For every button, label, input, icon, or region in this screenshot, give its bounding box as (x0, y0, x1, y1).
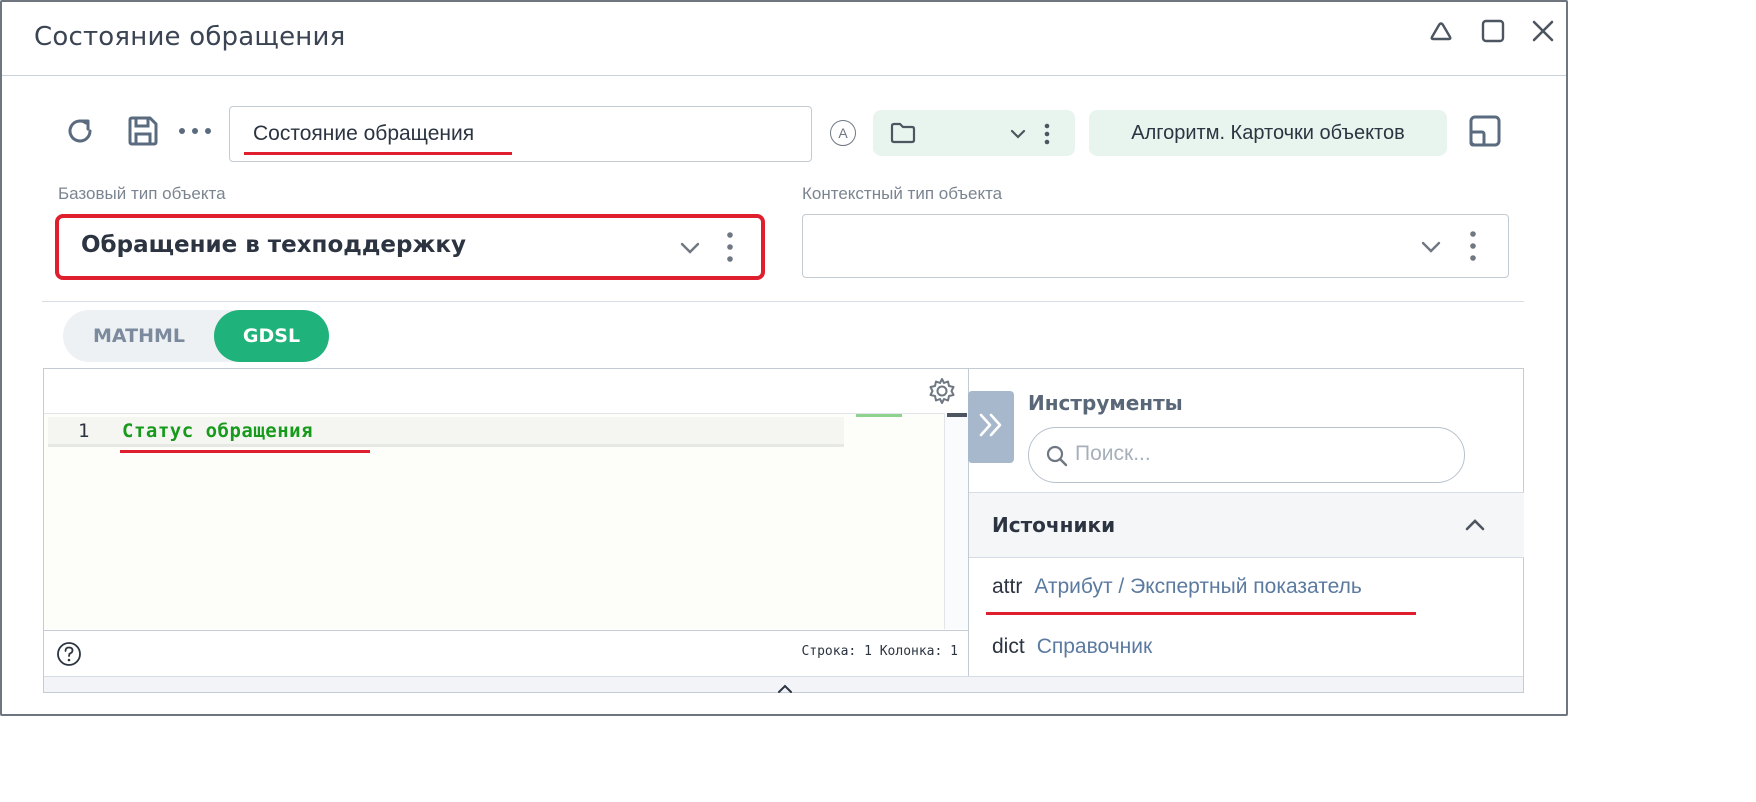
code-line[interactable]: Статус обращения (122, 420, 313, 442)
help-icon[interactable] (56, 641, 82, 671)
source-key: attr (992, 575, 1023, 598)
title-bar: Состояние обращения (2, 2, 1566, 76)
base-type-kebab-icon[interactable] (726, 230, 734, 268)
code-underline-highlight (120, 450, 370, 453)
minimap (856, 414, 902, 417)
resize-strip[interactable] (44, 676, 1523, 693)
tools-search-input[interactable]: Поиск... (1028, 427, 1465, 483)
search-icon (1045, 444, 1069, 472)
folder-select[interactable] (873, 110, 1075, 156)
scrollbar-thumb[interactable] (947, 413, 967, 417)
source-item-attr[interactable]: attr Атрибут / Экспертный показатель (992, 575, 1362, 599)
source-underline-highlight (986, 612, 1416, 615)
chevron-up-icon[interactable] (1464, 517, 1486, 536)
sources-header[interactable]: Источники (969, 492, 1524, 558)
context-type-label: Контекстный тип объекта (802, 184, 1003, 203)
context-type-select[interactable] (802, 214, 1509, 278)
refresh-icon[interactable] (63, 114, 97, 148)
tools-panel: Инструменты Поиск... Источники attr Атриб… (968, 369, 1524, 676)
source-item-dict[interactable]: dict Справочник (992, 635, 1152, 659)
double-chevron-right-icon (976, 411, 1006, 443)
tab-mathml[interactable]: MATHML (63, 310, 215, 362)
base-type-value: Обращение в техподдержку (81, 232, 466, 258)
dialog-window: Состояние обращения Состояние обращения … (0, 0, 1568, 716)
window-title: Состояние обращения (34, 22, 346, 52)
auto-mode-badge[interactable]: A (830, 120, 856, 146)
more-options-icon[interactable] (178, 114, 212, 148)
tools-title: Инструменты (1028, 391, 1183, 415)
code-editor[interactable]: 1 Статус обращения (44, 413, 944, 629)
chevron-down-icon (1009, 125, 1027, 144)
editor-area: 1 Статус обращения Строка: 1 Колонка: 1 … (43, 368, 1524, 693)
chevron-down-icon (1420, 239, 1442, 258)
source-label: Атрибут / Экспертный показатель (1034, 575, 1362, 598)
folder-kebab-icon[interactable] (1043, 122, 1051, 150)
editor-scrollbar[interactable] (944, 413, 968, 629)
collapse-window-icon[interactable] (1426, 16, 1456, 46)
save-icon[interactable] (126, 114, 160, 148)
line-number: 1 (78, 420, 90, 442)
close-window-icon[interactable] (1528, 16, 1558, 46)
source-label: Справочник (1036, 635, 1153, 658)
base-type-label: Базовый тип объекта (58, 184, 226, 203)
base-type-select[interactable]: Обращение в техподдержку (55, 214, 765, 280)
settings-gear-icon[interactable] (928, 377, 956, 409)
toolbar: Состояние обращения A Алгоритм. Карточки… (2, 102, 1566, 166)
layout-toggle-icon[interactable] (1468, 114, 1502, 148)
mode-tabs: MATHML GDSL (63, 310, 329, 362)
folder-icon (889, 121, 917, 149)
source-key: dict (992, 635, 1025, 658)
algorithm-type-chip[interactable]: Алгоритм. Карточки объектов (1089, 110, 1447, 156)
sources-title: Источники (992, 513, 1116, 537)
maximize-window-icon[interactable] (1478, 16, 1508, 46)
chevron-down-icon (679, 240, 701, 259)
collapse-tools-button[interactable] (968, 391, 1014, 463)
chevron-up-icon[interactable] (777, 679, 793, 698)
editor-status-bar: Строка: 1 Колонка: 1 (44, 630, 968, 675)
cursor-position: Строка: 1 Колонка: 1 (801, 644, 958, 659)
section-divider (42, 301, 1524, 302)
tab-gdsl[interactable]: GDSL (214, 310, 329, 362)
name-underline-highlight (244, 152, 512, 155)
search-placeholder: Поиск... (1075, 442, 1151, 465)
context-type-kebab-icon[interactable] (1469, 229, 1477, 267)
